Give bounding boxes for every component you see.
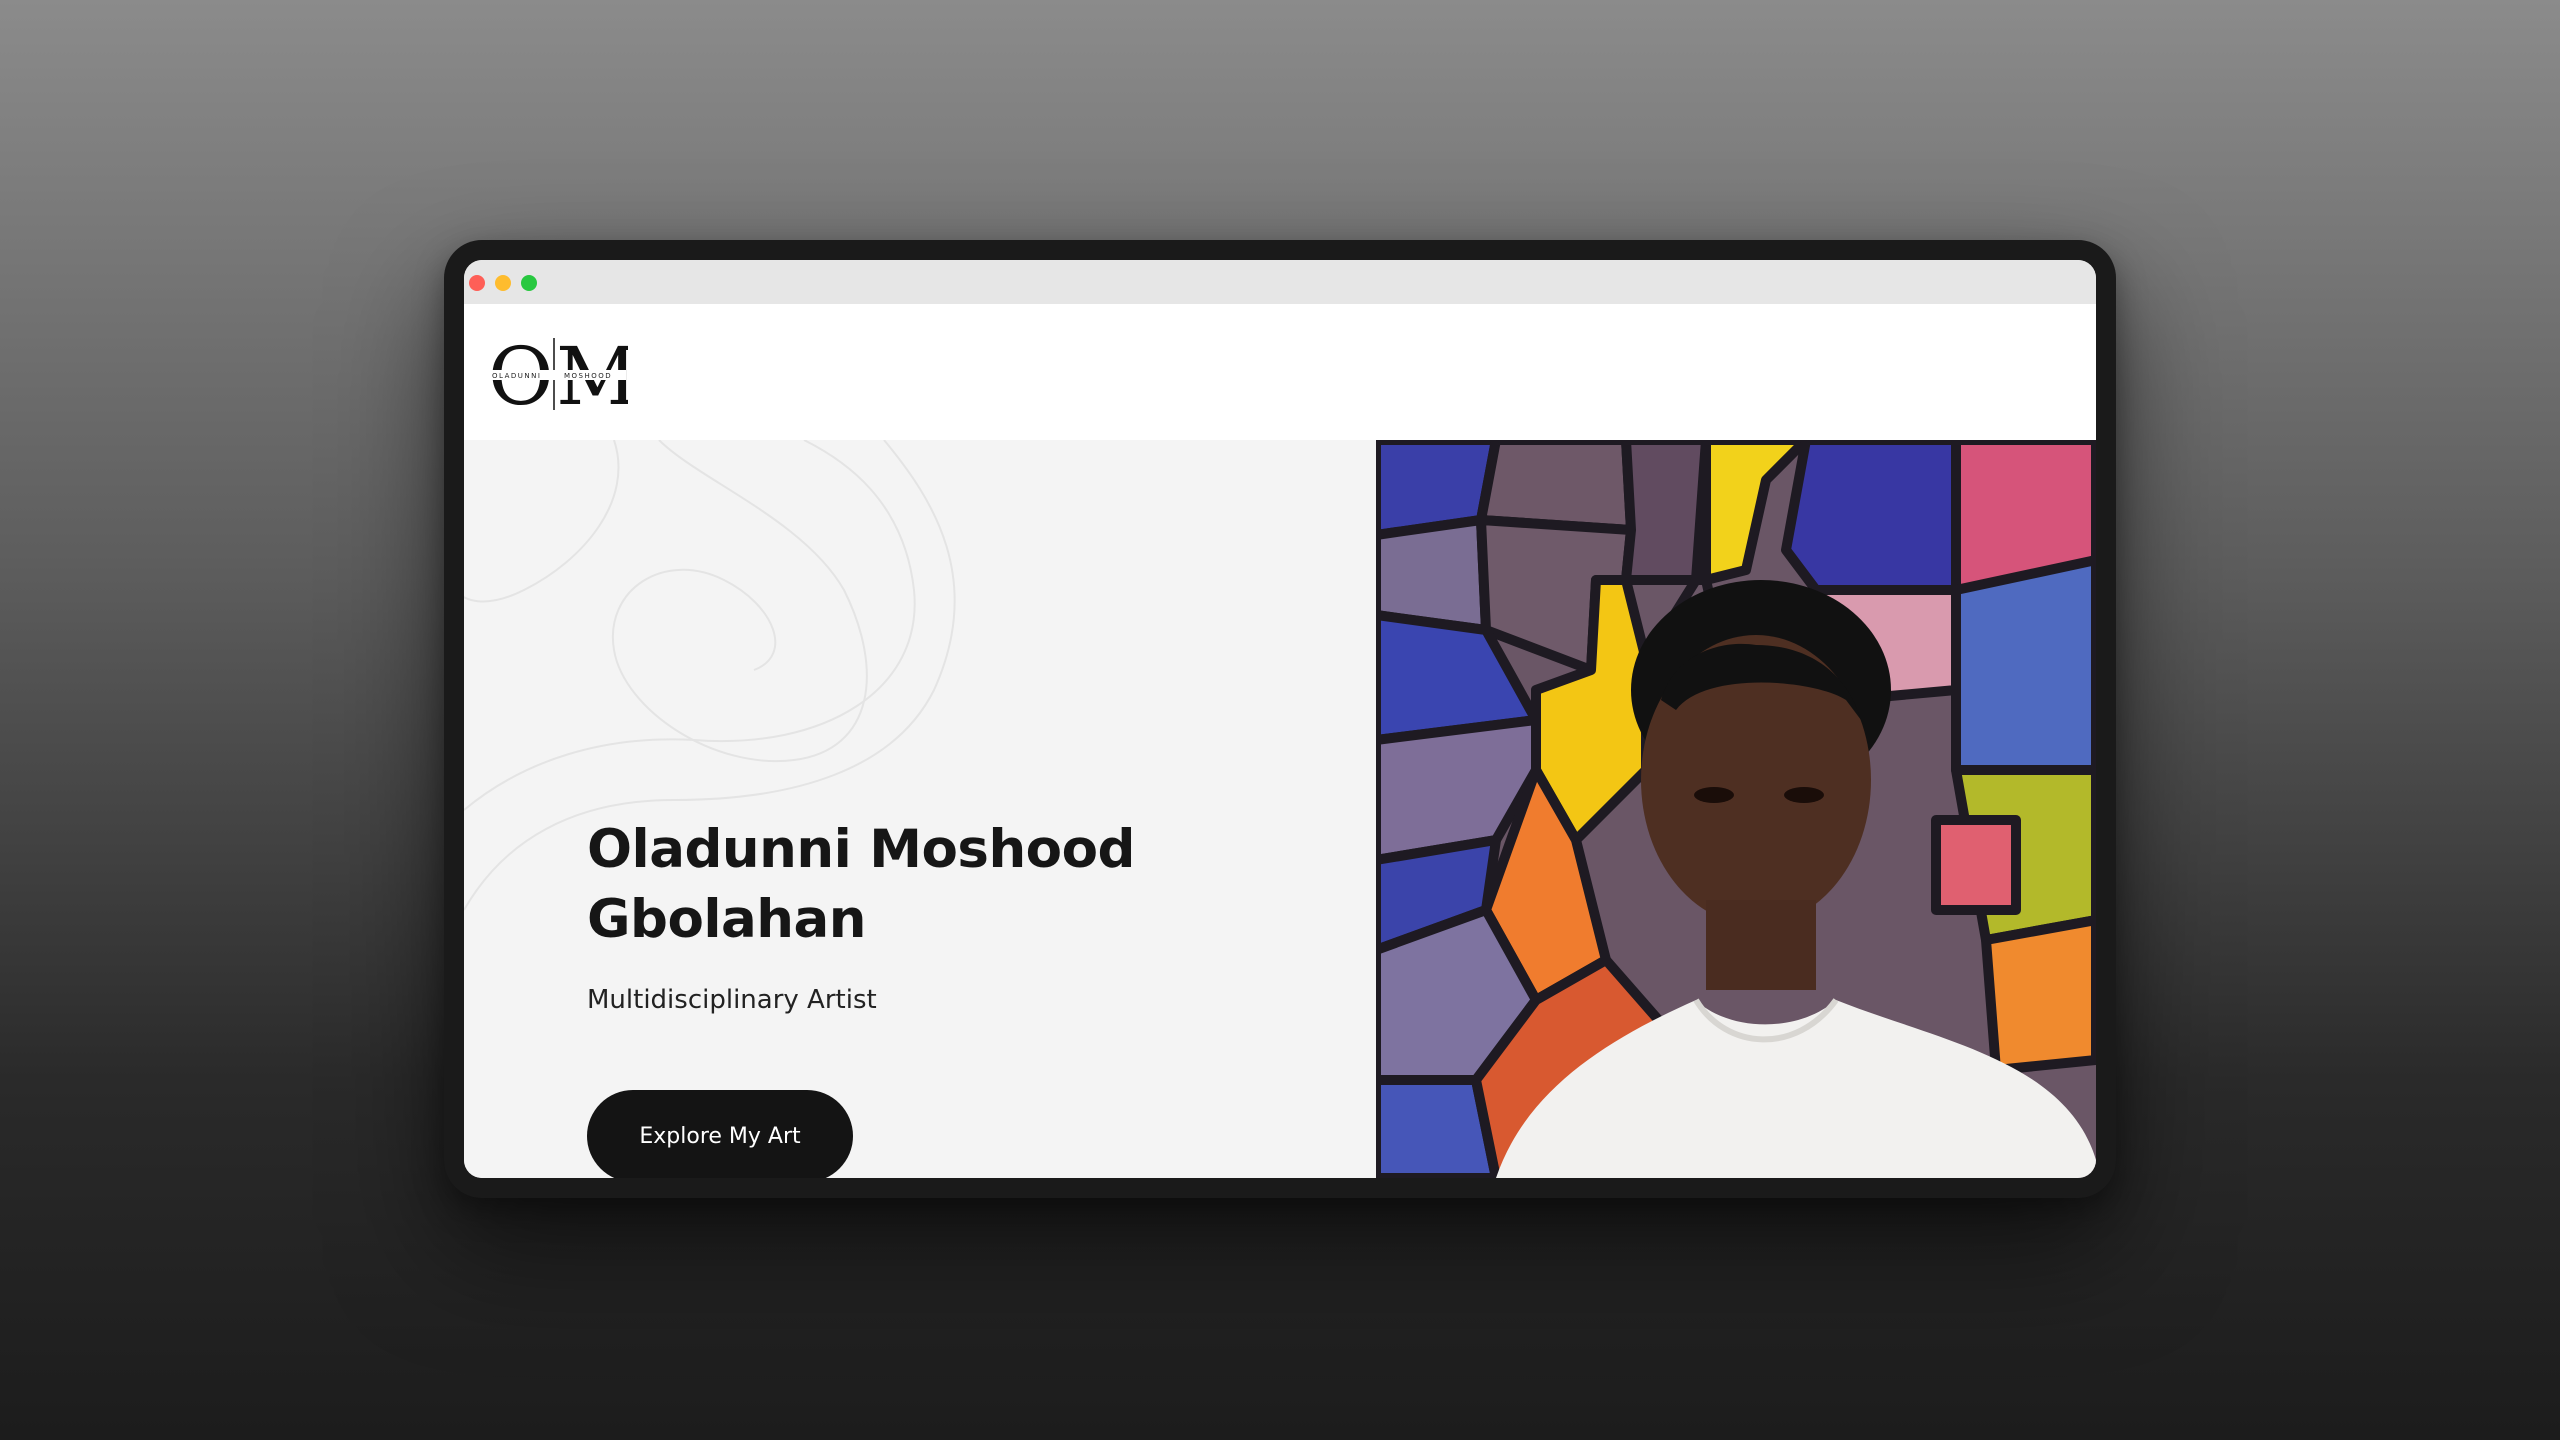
explore-my-art-button[interactable]: Explore My Art: [587, 1090, 853, 1178]
hero-title-line-2: Gbolahan: [587, 889, 867, 950]
browser-window: O M OLADUNNI MOSHOOD Oladunni Moshood Gbo…: [464, 260, 2096, 1178]
artist-portrait-photo: [1376, 440, 2096, 1178]
close-window-button[interactable]: [469, 275, 485, 291]
logo-last-name: MOSHOOD: [564, 372, 612, 380]
logo-first-name: OLADUNNI: [492, 372, 541, 380]
maximize-window-button[interactable]: [521, 275, 537, 291]
hero-section: Oladunni Moshood Gbolahan Multidisciplina…: [464, 440, 1376, 1178]
hero-title: Oladunni Moshood Gbolahan: [587, 815, 1287, 955]
hero-title-line-1: Oladunni Moshood: [587, 819, 1135, 880]
site-logo[interactable]: O M OLADUNNI MOSHOOD: [488, 334, 628, 412]
device-frame: O M OLADUNNI MOSHOOD Oladunni Moshood Gbo…: [444, 240, 2116, 1198]
window-titlebar: [464, 260, 2096, 304]
minimize-window-button[interactable]: [495, 275, 511, 291]
site-header: O M OLADUNNI MOSHOOD: [464, 304, 2096, 440]
hero-subtitle: Multidisciplinary Artist: [587, 985, 877, 1015]
decorative-swirl: [464, 440, 956, 911]
